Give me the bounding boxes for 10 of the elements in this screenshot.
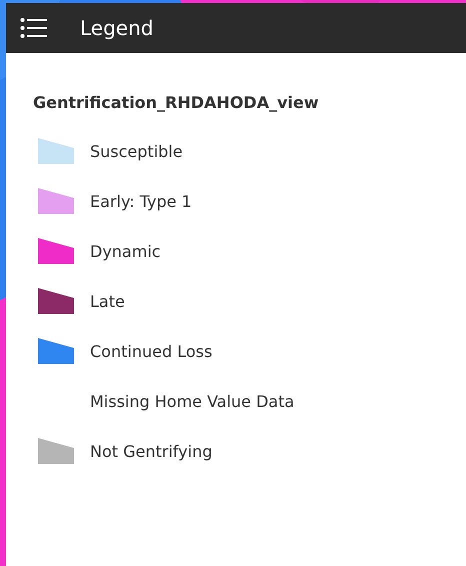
layer-title: Gentrification_RHDAHODA_view (33, 93, 320, 112)
legend-label: Not Gentrifying (90, 442, 212, 460)
legend-list-icon[interactable] (20, 17, 48, 39)
legend-label: Missing Home Value Data (90, 392, 294, 410)
legend-label: Continued Loss (90, 342, 212, 360)
legend-label: Dynamic (90, 242, 161, 260)
panel-title: Legend (80, 16, 154, 40)
legend-label: Late (90, 292, 125, 310)
legend-label: Early: Type 1 (90, 192, 192, 210)
legend-label: Susceptible (90, 142, 183, 160)
